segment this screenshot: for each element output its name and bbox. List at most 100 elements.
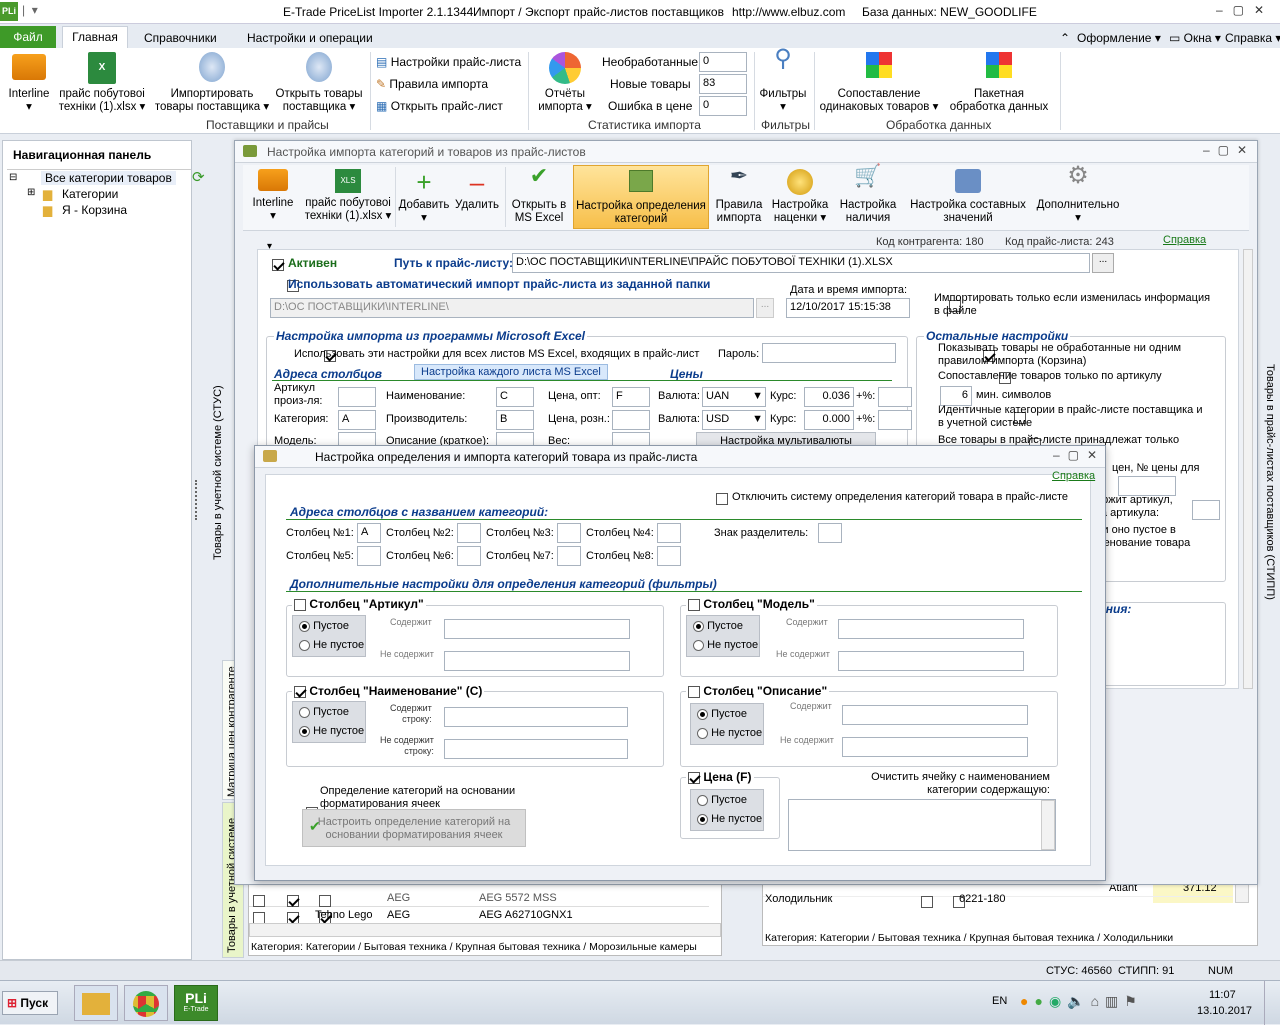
interline-button[interactable]: Interline ▾ [2, 54, 56, 114]
import-goods-button[interactable]: Импортировать товары поставщика ▾ [154, 52, 270, 114]
model-notcontains-input[interactable] [838, 651, 1024, 671]
min-chars-input[interactable]: 6 [940, 386, 972, 406]
radio-notempty[interactable]: Не пустое [693, 639, 758, 651]
each-sheet-button[interactable]: Настройка каждого листа MS Excel [414, 364, 608, 380]
col-input-3[interactable] [557, 523, 581, 543]
dialog-help-link[interactable]: Справка [1052, 470, 1095, 482]
price-rozn-input[interactable] [612, 410, 650, 430]
table-row[interactable]: Tehno Lego AEG AEG A62710GNX1 [249, 908, 709, 924]
radio-notempty[interactable]: Не пустое [697, 813, 762, 825]
price-opt-input[interactable]: F [612, 387, 650, 407]
radio-empty[interactable]: Пустое [697, 708, 747, 720]
desc-contains-input[interactable] [842, 705, 1028, 725]
name-notcontains-input[interactable] [444, 739, 628, 759]
date-input[interactable]: 12/10/2017 15:15:38 [786, 298, 910, 318]
tray-icons[interactable]: ●●◉🔈⌂▥⚑ [1020, 993, 1143, 1010]
art-input[interactable] [338, 387, 376, 407]
pct1-input[interactable] [878, 387, 912, 407]
tree-categories[interactable]: Категории [62, 187, 118, 201]
menu-help[interactable]: Справка ▾ [1225, 31, 1280, 45]
tree-all-categories[interactable]: Все категории товаров [41, 171, 176, 185]
radio-empty[interactable]: Пустое [693, 620, 743, 632]
radio-notempty[interactable]: Не пустое [299, 725, 364, 737]
vertical-scrollbar[interactable] [1243, 249, 1253, 689]
tb-markup[interactable]: Настройка наценки ▾ [769, 169, 831, 225]
disable-checkbox[interactable] [716, 492, 728, 505]
rate1-input[interactable]: 0.036 [804, 387, 854, 407]
show-desktop-button[interactable] [1264, 981, 1280, 1025]
name-input[interactable]: C [496, 387, 534, 407]
desc-notcontains-input[interactable] [842, 737, 1028, 757]
art-contains-input[interactable] [444, 619, 630, 639]
currency2-select[interactable]: USD ▼ [702, 410, 766, 430]
window-controls[interactable]: –▢✕ [1203, 143, 1255, 157]
tb-composite[interactable]: Настройка составных значений [907, 169, 1029, 225]
help-link[interactable]: Справка [1163, 234, 1206, 246]
active-checkbox[interactable] [272, 258, 284, 271]
batch-button[interactable]: Пакетная обработка данных [942, 52, 1056, 114]
tb-import-rules[interactable]: ✒ Правила импорта [713, 165, 765, 225]
separator-input[interactable] [818, 523, 842, 543]
open-pl-button[interactable]: ▦ Открыть прайс-лист [376, 99, 503, 113]
quick-access-icon[interactable]: | ▾ [22, 3, 38, 17]
path-input[interactable]: D:\ОС ПОСТАВЩИКИ\INTERLINE\ПРАЙС ПОБУТОВ… [512, 253, 1090, 273]
col-input-2[interactable] [457, 523, 481, 543]
rate2-input[interactable]: 0.000 [804, 410, 854, 430]
radio-empty[interactable]: Пустое [299, 620, 349, 632]
tb-more[interactable]: ⚙ Дополнительно ▾ [1031, 164, 1125, 225]
filters-button[interactable]: ⚲ Фильтры ▾ [756, 47, 810, 114]
tree-collapse-icon[interactable]: ⊟ [9, 172, 17, 183]
menu-appearance[interactable]: Оформление ▾ [1077, 31, 1161, 45]
menu-windows[interactable]: ▭ Окна ▾ [1169, 31, 1221, 45]
pl-settings-button[interactable]: ▤ Настройки прайс-листа [376, 55, 521, 69]
tab-main[interactable]: Главная [62, 26, 128, 48]
up-icon[interactable]: ⌃ [1060, 31, 1070, 45]
window-controls[interactable]: –▢✕ [1216, 3, 1274, 17]
horizontal-scrollbar[interactable] [249, 923, 721, 937]
name-contains-input[interactable] [444, 707, 628, 727]
compare-button[interactable]: Сопоставление одинаковых товаров ▾ [818, 52, 940, 114]
taskbar-chrome[interactable] [124, 985, 168, 1021]
taskbar-explorer[interactable] [74, 985, 118, 1021]
mfr-input[interactable]: B [496, 410, 534, 430]
tb-pricefile[interactable]: XLS прайс побутовоi техніки (1).xlsx ▾ [303, 169, 393, 223]
model-contains-input[interactable] [838, 619, 1024, 639]
radio-empty[interactable]: Пустое [299, 706, 349, 718]
tab-references[interactable]: Справочники [144, 31, 217, 45]
refresh-icon[interactable]: ⟳ [192, 168, 210, 188]
col-input-4[interactable] [657, 523, 681, 543]
cat-input[interactable]: A [338, 410, 376, 430]
col-input-8[interactable] [657, 546, 681, 566]
radio-empty[interactable]: Пустое [697, 794, 747, 806]
col-input-7[interactable] [557, 546, 581, 566]
import-rules-button[interactable]: ✎ Правила импорта [376, 77, 488, 91]
tb-add[interactable]: + Добавить ▾ [397, 169, 451, 225]
col-input-5[interactable] [357, 546, 381, 566]
file-menu[interactable]: Файл [0, 26, 56, 48]
tb-interline[interactable]: Interline ▾ [247, 169, 299, 223]
radio-notempty[interactable]: Не пустое [697, 727, 762, 739]
col-input-1[interactable]: A [357, 523, 381, 543]
start-button[interactable]: ⊞ Пуск [2, 991, 58, 1015]
splitter-handle[interactable] [195, 480, 203, 520]
open-goods-button[interactable]: Открыть товары поставщика ▾ [270, 52, 368, 114]
tree-basket[interactable]: Я - Корзина [62, 203, 127, 217]
password-input[interactable] [762, 343, 896, 363]
radio-notempty[interactable]: Не пустое [299, 639, 364, 651]
side-tab-stipp[interactable]: Товары в прайс-листах поставщиков (СТИПП… [1264, 364, 1276, 600]
browse-button[interactable]: ... [1092, 253, 1114, 273]
taskbar-pli[interactable]: PLi E-Trade [174, 985, 218, 1021]
tb-open-excel[interactable]: ✔ Открыть в MS Excel [507, 165, 571, 225]
pricefile-button[interactable]: X прайс побутовоi техніки (1).xlsx ▾ [56, 52, 148, 114]
tb-stock[interactable]: 🛒 Настройка наличия [837, 165, 899, 225]
reports-button[interactable]: Отчёты импорта ▾ [534, 52, 596, 114]
side-tab-stus[interactable]: Товары в учетной системе (СТУС) [212, 385, 224, 560]
table-row[interactable]: AEG AEG 5572 MSS [249, 891, 709, 907]
clear-textarea[interactable] [788, 799, 1056, 851]
pct2-input[interactable] [878, 410, 912, 430]
art-notcontains-input[interactable] [444, 651, 630, 671]
language-indicator[interactable]: EN [992, 995, 1007, 1007]
col-input-6[interactable] [457, 546, 481, 566]
dialog-controls[interactable]: –▢✕ [1053, 448, 1105, 462]
tab-settings[interactable]: Настройки и операции [247, 31, 373, 45]
